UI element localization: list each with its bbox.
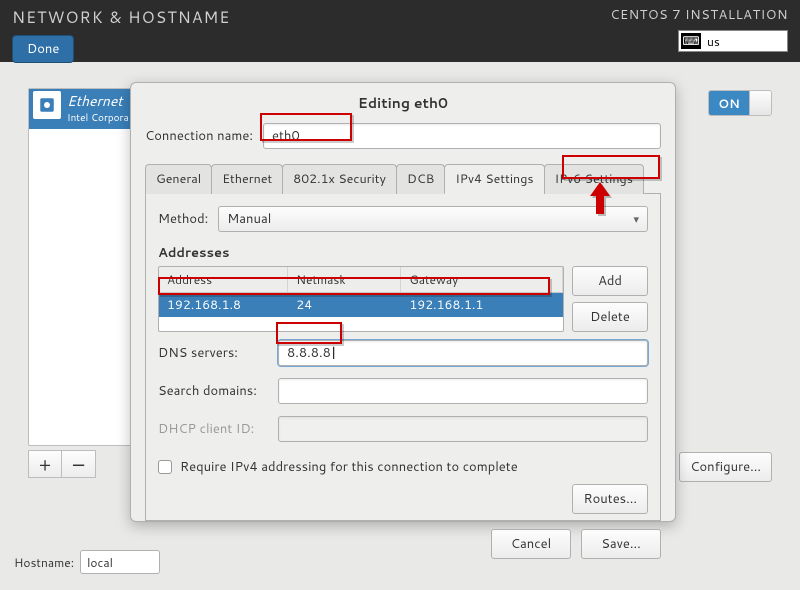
edit-connection-dialog: Editing eth0 Connection name: eth0 Gener… — [130, 82, 676, 522]
keyboard-layout-label: us — [707, 33, 720, 50]
dns-input[interactable]: 8.8.8.8| — [278, 340, 648, 366]
col-address: Address — [159, 267, 288, 292]
installer-label: CENTOS 7 INSTALLATION — [610, 6, 788, 24]
method-label: Method: — [158, 210, 208, 228]
configure-button[interactable]: Configure... — [679, 452, 772, 482]
toggle-on-label: ON — [709, 91, 749, 115]
nic-icon — [33, 91, 61, 119]
add-address-button[interactable]: Add — [572, 266, 648, 296]
device-vendor: Intel Corpora — [67, 111, 129, 125]
method-select[interactable]: Manual ▾ — [218, 206, 648, 232]
keyboard-icon — [681, 33, 701, 49]
tab-general[interactable]: General — [145, 164, 212, 194]
dns-label: DNS servers: — [158, 344, 268, 362]
tabstrip: General Ethernet 802.1x Security DCB IPv… — [145, 163, 661, 194]
require-ipv4-label: Require IPv4 addressing for this connect… — [180, 458, 518, 476]
col-netmask: Netmask — [288, 267, 401, 292]
method-value: Manual — [227, 210, 271, 228]
cancel-button[interactable]: Cancel — [491, 529, 571, 559]
page-title: NETWORK & HOSTNAME — [12, 6, 230, 29]
routes-button[interactable]: Routes... — [572, 484, 648, 514]
connection-toggle[interactable]: ON — [708, 90, 772, 116]
tab-dcb[interactable]: DCB — [396, 164, 445, 194]
connection-name-label: Connection name: — [145, 127, 253, 145]
cell-netmask: 24 — [288, 293, 401, 317]
search-domains-label: Search domains: — [158, 382, 268, 400]
checkbox-icon — [158, 460, 172, 474]
dhcp-client-id-input — [278, 416, 648, 442]
tab-ipv4-settings[interactable]: IPv4 Settings — [444, 164, 544, 194]
hostname-label: Hostname: — [14, 554, 74, 571]
chevron-down-icon: ▾ — [633, 211, 639, 227]
address-row[interactable]: 192.168.1.8 24 192.168.1.1 — [159, 293, 563, 317]
dialog-title: Editing eth0 — [145, 93, 661, 113]
add-device-button[interactable]: + — [28, 450, 62, 478]
cell-gateway: 192.168.1.1 — [401, 293, 563, 317]
require-ipv4-checkbox[interactable]: Require IPv4 addressing for this connect… — [158, 458, 648, 476]
remove-device-button[interactable]: − — [62, 450, 96, 478]
delete-address-button[interactable]: Delete — [572, 302, 648, 332]
save-button[interactable]: Save... — [581, 529, 661, 559]
addresses-heading: Addresses — [158, 244, 648, 262]
cell-address: 192.168.1.8 — [159, 293, 288, 317]
tab-ipv6-settings[interactable]: IPv6 Settings — [544, 164, 644, 194]
connection-name-input[interactable]: eth0 — [263, 123, 661, 149]
addresses-table[interactable]: Address Netmask Gateway 192.168.1.8 24 1… — [158, 266, 564, 332]
dhcp-client-id-label: DHCP client ID: — [158, 420, 268, 438]
tab-8021x-security[interactable]: 802.1x Security — [282, 164, 397, 194]
ipv4-tab-body: Method: Manual ▾ Addresses Address Netma… — [145, 194, 661, 521]
device-name: Ethernet — [67, 91, 129, 111]
search-domains-input[interactable] — [278, 378, 648, 404]
toggle-knob — [749, 91, 771, 115]
installer-topbar: NETWORK & HOSTNAME Done CENTOS 7 INSTALL… — [0, 0, 800, 62]
keyboard-layout-selector[interactable]: us — [678, 30, 788, 52]
done-button[interactable]: Done — [12, 35, 74, 63]
tab-ethernet[interactable]: Ethernet — [211, 164, 283, 194]
col-gateway: Gateway — [401, 267, 563, 292]
